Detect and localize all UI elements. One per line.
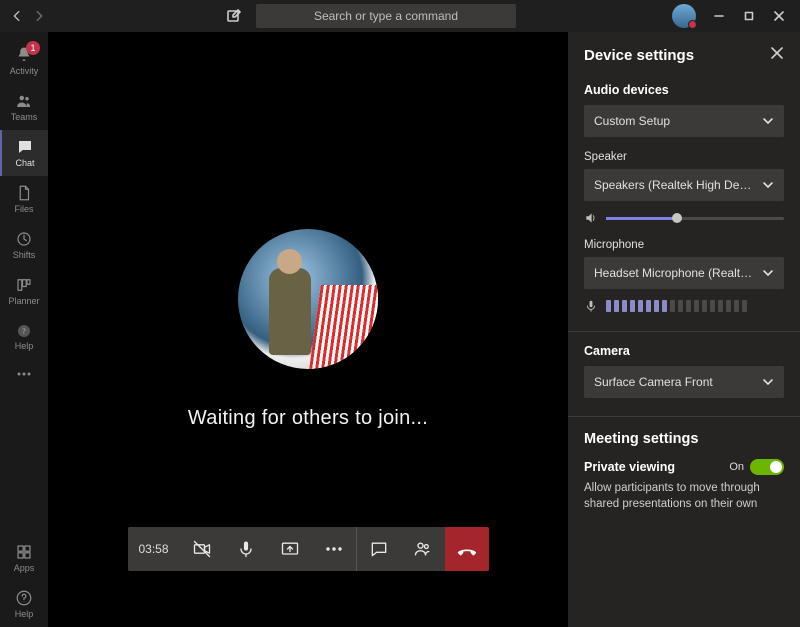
- apps-icon: [15, 543, 33, 561]
- speaker-icon: [584, 211, 598, 225]
- rail-item-teams[interactable]: Teams: [0, 84, 48, 130]
- call-timer: 03:58: [128, 527, 180, 571]
- rail-item-apps[interactable]: Apps: [0, 535, 48, 581]
- window-maximize-button[interactable]: [734, 2, 764, 30]
- mic-icon: [584, 299, 598, 313]
- search-input[interactable]: Search or type a command: [256, 4, 516, 28]
- device-settings-panel: Device settings Audio devices Custom Set…: [568, 32, 800, 627]
- title-bar: Search or type a command: [0, 0, 800, 32]
- rail-label: Activity: [10, 66, 39, 76]
- waiting-text: Waiting for others to join...: [188, 407, 428, 430]
- activity-badge: 1: [26, 41, 40, 55]
- slider-thumb[interactable]: [672, 213, 682, 223]
- profile-avatar[interactable]: [672, 4, 696, 28]
- chevron-down-icon: [762, 179, 774, 191]
- file-icon: [15, 184, 33, 202]
- speaker-label: Speaker: [584, 151, 784, 163]
- rail-item-files[interactable]: Files: [0, 176, 48, 222]
- meeting-settings-title: Meeting settings: [584, 431, 784, 447]
- mic-level-meter: [606, 300, 784, 312]
- rail-label: Help: [15, 341, 34, 351]
- rail-label: Teams: [11, 112, 38, 122]
- close-panel-button[interactable]: [770, 46, 784, 65]
- rail-label: Planner: [8, 296, 39, 306]
- rail-overflow[interactable]: [0, 360, 48, 390]
- speaker-value: Speakers (Realtek High Definition Au...: [594, 178, 754, 192]
- microphone-label: Microphone: [584, 239, 784, 251]
- microphone-value: Headset Microphone (Realtek High D...: [594, 266, 754, 280]
- microphone-select[interactable]: Headset Microphone (Realtek High D...: [584, 257, 784, 289]
- presence-status-icon: [688, 20, 697, 29]
- clock-icon: [15, 230, 33, 248]
- rail-item-help-bottom[interactable]: Help: [0, 581, 48, 627]
- rail-label: Help: [15, 609, 34, 619]
- more-actions-button[interactable]: [312, 527, 356, 571]
- compose-button[interactable]: [220, 2, 248, 30]
- rail-item-planner[interactable]: Planner: [0, 268, 48, 314]
- camera-heading: Camera: [584, 344, 784, 358]
- people-icon: [15, 92, 33, 110]
- participant-avatar: [238, 229, 378, 369]
- participants-button[interactable]: [401, 527, 445, 571]
- help-icon: ?: [16, 323, 32, 339]
- call-control-bar: 03:58: [128, 527, 489, 571]
- phone-hangup-icon: [456, 538, 478, 560]
- rail-item-shifts[interactable]: Shifts: [0, 222, 48, 268]
- chevron-down-icon: [762, 376, 774, 388]
- more-icon: [16, 372, 32, 376]
- share-screen-button[interactable]: [268, 527, 312, 571]
- camera-off-icon: [192, 539, 212, 559]
- window-minimize-button[interactable]: [704, 2, 734, 30]
- audio-device-select[interactable]: Custom Setup: [584, 105, 784, 137]
- hangup-button[interactable]: [445, 527, 489, 571]
- toggle-mic-button[interactable]: [224, 527, 268, 571]
- private-viewing-state-text: On: [729, 461, 744, 473]
- svg-text:?: ?: [22, 327, 25, 336]
- audio-devices-heading: Audio devices: [584, 83, 784, 97]
- audio-device-value: Custom Setup: [594, 114, 670, 128]
- app-rail: Activity 1 Teams Chat Files Shifts Pl: [0, 32, 48, 627]
- nav-forward-button[interactable]: [28, 5, 50, 27]
- private-viewing-toggle[interactable]: [750, 459, 784, 475]
- chat-icon: [369, 539, 389, 559]
- share-screen-icon: [280, 539, 300, 559]
- conversation-button[interactable]: [357, 527, 401, 571]
- speaker-volume-slider[interactable]: [606, 217, 784, 220]
- rail-item-help[interactable]: ? Help: [0, 314, 48, 360]
- mic-icon: [236, 539, 256, 559]
- chevron-down-icon: [762, 267, 774, 279]
- rail-label: Chat: [15, 158, 34, 168]
- help-circle-icon: [15, 589, 33, 607]
- private-viewing-label: Private viewing: [584, 460, 675, 474]
- more-icon: [324, 546, 344, 552]
- camera-select[interactable]: Surface Camera Front: [584, 366, 784, 398]
- rail-label: Apps: [14, 563, 35, 573]
- rail-label: Shifts: [13, 250, 36, 260]
- rail-item-chat[interactable]: Chat: [0, 130, 48, 176]
- people-icon: [413, 539, 433, 559]
- speaker-select[interactable]: Speakers (Realtek High Definition Au...: [584, 169, 784, 201]
- rail-label: Files: [14, 204, 33, 214]
- chevron-down-icon: [762, 115, 774, 127]
- close-icon: [770, 46, 784, 60]
- search-placeholder: Search or type a command: [314, 9, 458, 23]
- window-close-button[interactable]: [764, 2, 794, 30]
- nav-back-button[interactable]: [6, 5, 28, 27]
- panel-title: Device settings: [584, 47, 694, 64]
- rail-item-activity[interactable]: Activity 1: [0, 38, 48, 84]
- meeting-stage: Waiting for others to join... 03:58: [48, 32, 568, 627]
- planner-icon: [15, 276, 33, 294]
- slider-fill: [606, 217, 677, 220]
- chat-icon: [16, 138, 34, 156]
- private-viewing-description: Allow participants to move through share…: [584, 481, 784, 512]
- camera-value: Surface Camera Front: [594, 375, 713, 389]
- toggle-camera-button[interactable]: [180, 527, 224, 571]
